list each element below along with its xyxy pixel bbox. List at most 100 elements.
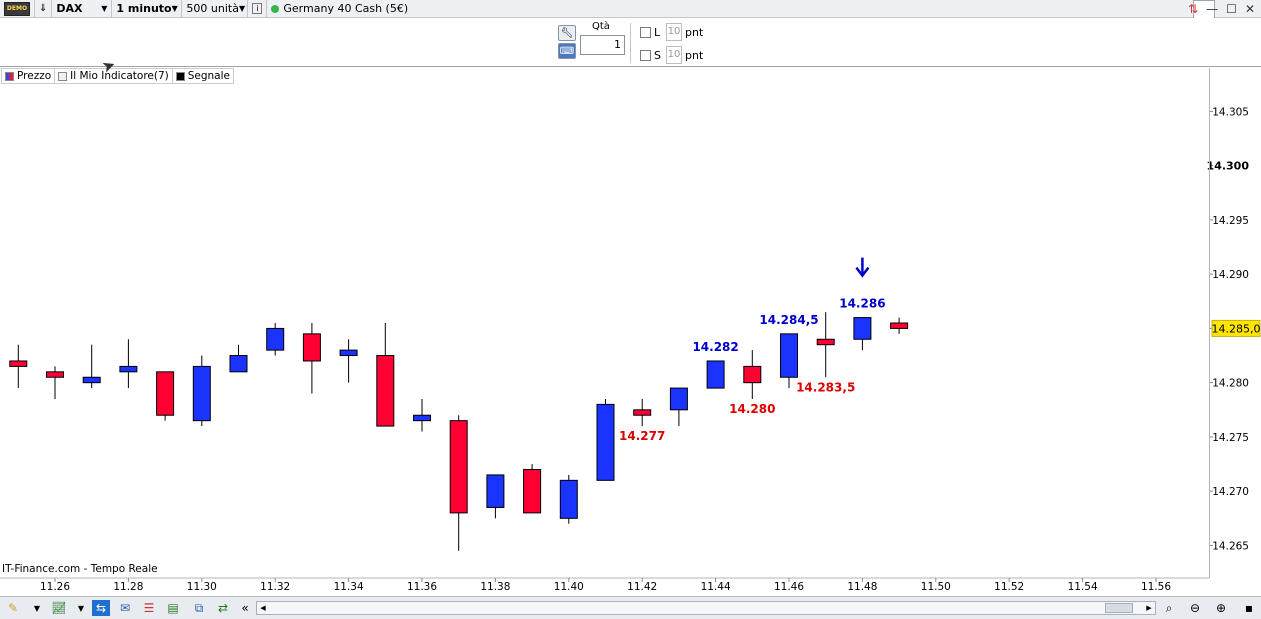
list-icon[interactable]: ☰ bbox=[140, 600, 158, 616]
draw-tool-icon[interactable]: ✎ bbox=[4, 600, 22, 616]
price-scale-border bbox=[1209, 68, 1210, 578]
units-select[interactable]: 500 unità ▼ bbox=[182, 0, 249, 18]
price-annotation: 14.282 bbox=[692, 340, 738, 354]
scroll-left-icon[interactable]: ◀ bbox=[257, 602, 269, 614]
y-tick-label: 14.280 bbox=[1212, 378, 1249, 390]
x-tick-label: 11.34 bbox=[334, 581, 364, 593]
candle-body[interactable] bbox=[523, 468, 542, 514]
keyboard-button[interactable]: ⌨ bbox=[558, 43, 576, 59]
candle-body[interactable] bbox=[780, 333, 798, 378]
signal-swatch bbox=[175, 71, 185, 81]
x-tick-label: 11.30 bbox=[187, 581, 217, 593]
candle-body[interactable] bbox=[156, 371, 175, 416]
y-tick-label: 14.270 bbox=[1212, 486, 1249, 498]
legend-label: Segnale bbox=[187, 70, 230, 82]
window-icon[interactable]: ⧉ bbox=[190, 600, 208, 616]
bottom-toolbar: ✎ ▼ 📈︎ ▼ ⇆ ✉ ☰ ▤ ⧉ ⇄ « ◀ ▶ ⌕ ⊖ ⊕ ▪ bbox=[0, 596, 1261, 619]
candle-body[interactable] bbox=[890, 322, 909, 329]
zoom-out-icon[interactable]: ⊖ bbox=[1186, 600, 1204, 616]
candle-body[interactable] bbox=[596, 403, 615, 481]
candle-body[interactable] bbox=[706, 360, 725, 389]
legend-item-signal[interactable]: Segnale bbox=[173, 69, 233, 83]
long-label: L bbox=[654, 26, 661, 39]
candle-body[interactable] bbox=[192, 365, 211, 422]
timeframe-value: 1 minuto bbox=[116, 2, 172, 15]
short-checkbox[interactable] bbox=[640, 50, 651, 61]
candle-body[interactable] bbox=[229, 355, 248, 373]
candle-body[interactable] bbox=[743, 365, 762, 384]
minimize-icon[interactable]: — bbox=[1206, 2, 1218, 16]
wrench-button[interactable]: 🔧︎ bbox=[558, 25, 576, 41]
x-tick-label: 11.38 bbox=[480, 581, 510, 593]
timeframe-select[interactable]: 1 minuto ▼ bbox=[112, 0, 183, 18]
chevron-down-icon: ⇓ bbox=[39, 3, 48, 14]
x-tick-label: 11.50 bbox=[921, 581, 951, 593]
refresh-arrows-icon[interactable]: ⇅ bbox=[1188, 2, 1198, 16]
chart-type-icon[interactable]: 📈︎ bbox=[50, 600, 68, 616]
time-scrollbar[interactable]: ◀ ▶ bbox=[256, 601, 1156, 615]
demo-cell: DEMO bbox=[0, 0, 35, 18]
candle-body[interactable] bbox=[266, 327, 285, 351]
more-icon[interactable]: ▪ bbox=[1240, 600, 1258, 616]
units-value: 500 unità bbox=[186, 2, 239, 15]
candle-body[interactable] bbox=[82, 376, 101, 384]
info-button[interactable]: i bbox=[248, 0, 268, 18]
candle-body[interactable] bbox=[669, 387, 688, 411]
short-pnt-input[interactable]: 10 bbox=[666, 46, 682, 64]
order-icon[interactable]: ⇄ bbox=[214, 600, 232, 616]
indicator-icon[interactable]: ▤ bbox=[164, 600, 182, 616]
last-price-label: 14.285,0 bbox=[1212, 322, 1261, 335]
candle-body[interactable] bbox=[376, 355, 395, 427]
candle-body[interactable] bbox=[633, 409, 652, 416]
legend-item-price[interactable]: Prezzo bbox=[2, 69, 56, 83]
caret-down-icon[interactable]: ▼ bbox=[28, 600, 46, 616]
candle-body[interactable] bbox=[46, 371, 64, 378]
qty-input[interactable]: 1 bbox=[580, 35, 625, 55]
caret-down-icon[interactable]: ▼ bbox=[72, 600, 90, 616]
market-open-icon bbox=[271, 4, 280, 13]
scroll-right-icon[interactable]: ▶ bbox=[1143, 602, 1155, 614]
price-chart[interactable]: 11.26 11.28 11.30 11.32 11.34 11.36 11.38 11.40… bbox=[0, 68, 1261, 596]
x-tick-label: 11.52 bbox=[994, 581, 1024, 593]
zoom-in-icon[interactable]: ⊕ bbox=[1212, 600, 1230, 616]
scroll-thumb[interactable] bbox=[1105, 603, 1133, 613]
candle-body[interactable] bbox=[119, 365, 138, 373]
candle-body[interactable] bbox=[339, 349, 358, 357]
zoom-fit-icon[interactable]: ⌕ bbox=[1160, 600, 1178, 616]
candle-body[interactable] bbox=[9, 360, 28, 367]
x-tick-label: 11.44 bbox=[701, 581, 731, 593]
qty-label: Qtà bbox=[592, 21, 610, 32]
long-checkbox[interactable] bbox=[640, 27, 651, 38]
legend-label: Il Mio Indicatore(7) bbox=[70, 70, 169, 82]
long-pnt-label: pnt bbox=[685, 26, 704, 39]
candle-body[interactable] bbox=[413, 414, 431, 422]
candle-body[interactable] bbox=[816, 338, 835, 346]
x-tick-label: 11.46 bbox=[774, 581, 804, 593]
short-pnt-label: pnt bbox=[685, 49, 704, 62]
price-annotation: 14.286 bbox=[839, 297, 885, 311]
candle-body[interactable] bbox=[486, 474, 505, 508]
candle-body[interactable] bbox=[853, 317, 872, 340]
close-icon[interactable]: ✕ bbox=[1245, 2, 1255, 16]
candle-body[interactable] bbox=[302, 333, 321, 362]
candle-body[interactable] bbox=[449, 420, 468, 514]
price-annotation: 14.283,5 bbox=[796, 380, 855, 394]
market-status: Germany 40 Cash (5€) bbox=[267, 0, 412, 18]
sell-signal-arrow-icon bbox=[855, 257, 870, 278]
candle-body[interactable] bbox=[559, 479, 578, 519]
y-tick-label: 14.275 bbox=[1212, 432, 1249, 444]
chat-icon[interactable]: ✉ bbox=[116, 600, 134, 616]
price-swatch bbox=[5, 71, 14, 81]
trading-window: DEMO ⇓ DAX ▼ 1 minuto ▼ 500 unità ▼ i Ge… bbox=[0, 0, 1261, 619]
x-tick-label: 11.28 bbox=[113, 581, 143, 593]
share-icon[interactable]: ⇆ bbox=[92, 600, 110, 616]
instrument-select[interactable]: DAX ▼ bbox=[52, 0, 113, 18]
collapse-left-icon[interactable]: « bbox=[236, 600, 254, 616]
maximize-icon[interactable]: ☐ bbox=[1226, 2, 1237, 16]
window-controls: ⇅ — ☐ ✕ bbox=[1188, 0, 1255, 18]
demo-badge: DEMO bbox=[4, 1, 30, 16]
instrument-value: DAX bbox=[56, 2, 83, 15]
expand-toggle[interactable]: ⇓ bbox=[35, 0, 53, 18]
long-pnt-input[interactable]: 10 bbox=[666, 23, 682, 41]
x-tick-label: 11.26 bbox=[40, 581, 70, 593]
